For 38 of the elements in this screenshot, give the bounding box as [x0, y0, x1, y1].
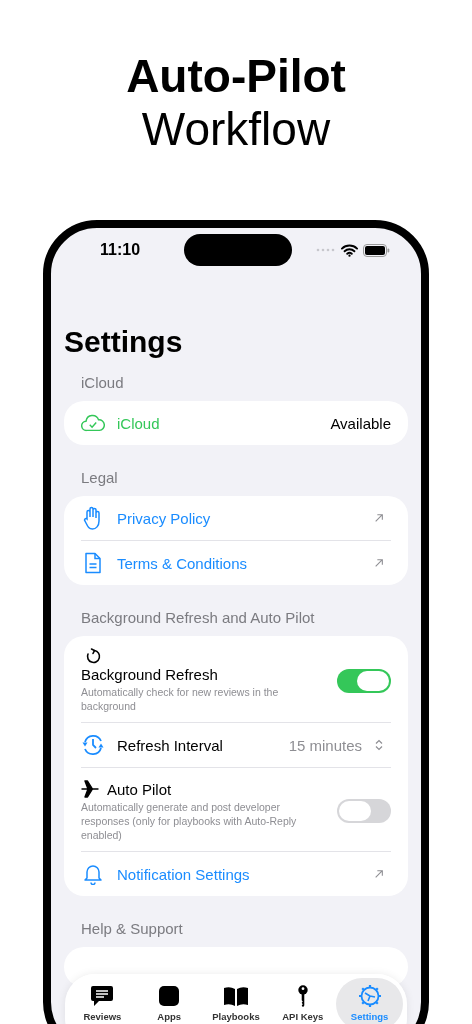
row-label: Refresh Interval — [117, 736, 224, 754]
bell-icon — [81, 863, 105, 885]
status-time: 11:10 — [100, 241, 142, 259]
airplane-icon — [81, 780, 101, 798]
chat-bubble-icon — [90, 984, 115, 1008]
wifi-icon — [341, 243, 358, 257]
clock-arrows-icon — [81, 733, 105, 757]
toggle-switch[interactable] — [337, 668, 391, 693]
link-row[interactable]: Privacy Policy — [81, 496, 391, 540]
row-label: iCloud — [117, 414, 161, 432]
book-icon — [223, 984, 249, 1008]
row-label: Auto Pilot — [107, 780, 173, 798]
link-row[interactable]: Terms & Conditions — [81, 540, 391, 585]
tab[interactable]: Playbooks — [202, 978, 270, 1024]
cloud-check-icon — [81, 413, 105, 433]
section-header: Legal — [80, 468, 119, 488]
interval-picker[interactable]: 15 minutes — [288, 736, 391, 754]
page-title: Settings — [63, 324, 184, 360]
square-icon — [159, 984, 180, 1008]
section-header: Help & Support — [80, 919, 184, 939]
signal-icon — [316, 248, 336, 252]
headline-title: Auto-Pilot — [126, 50, 346, 102]
section-header: iCloud — [80, 373, 125, 393]
status-value: Available — [330, 414, 391, 432]
tab[interactable]: Settings — [336, 978, 403, 1024]
row-description: Automatically check for new reviews in the background — [81, 685, 280, 713]
battery-icon — [363, 243, 390, 257]
section-header: Background Refresh and Auto Pilot — [80, 608, 316, 628]
row-label: Background Refresh — [81, 666, 219, 683]
toggle-switch[interactable] — [337, 799, 391, 823]
tab[interactable]: Reviews — [69, 978, 136, 1024]
headline-subtitle: Workflow — [141, 102, 331, 156]
link-row[interactable]: Notification Settings — [81, 851, 391, 896]
key-icon — [296, 984, 309, 1008]
row-description: Automatically generate and post developer responses (only for playbooks with Auto-Reply enabled) — [81, 800, 298, 842]
gear-icon — [357, 984, 382, 1008]
tab[interactable]: Apps — [135, 978, 203, 1024]
tab[interactable]: API Keys — [269, 978, 337, 1024]
